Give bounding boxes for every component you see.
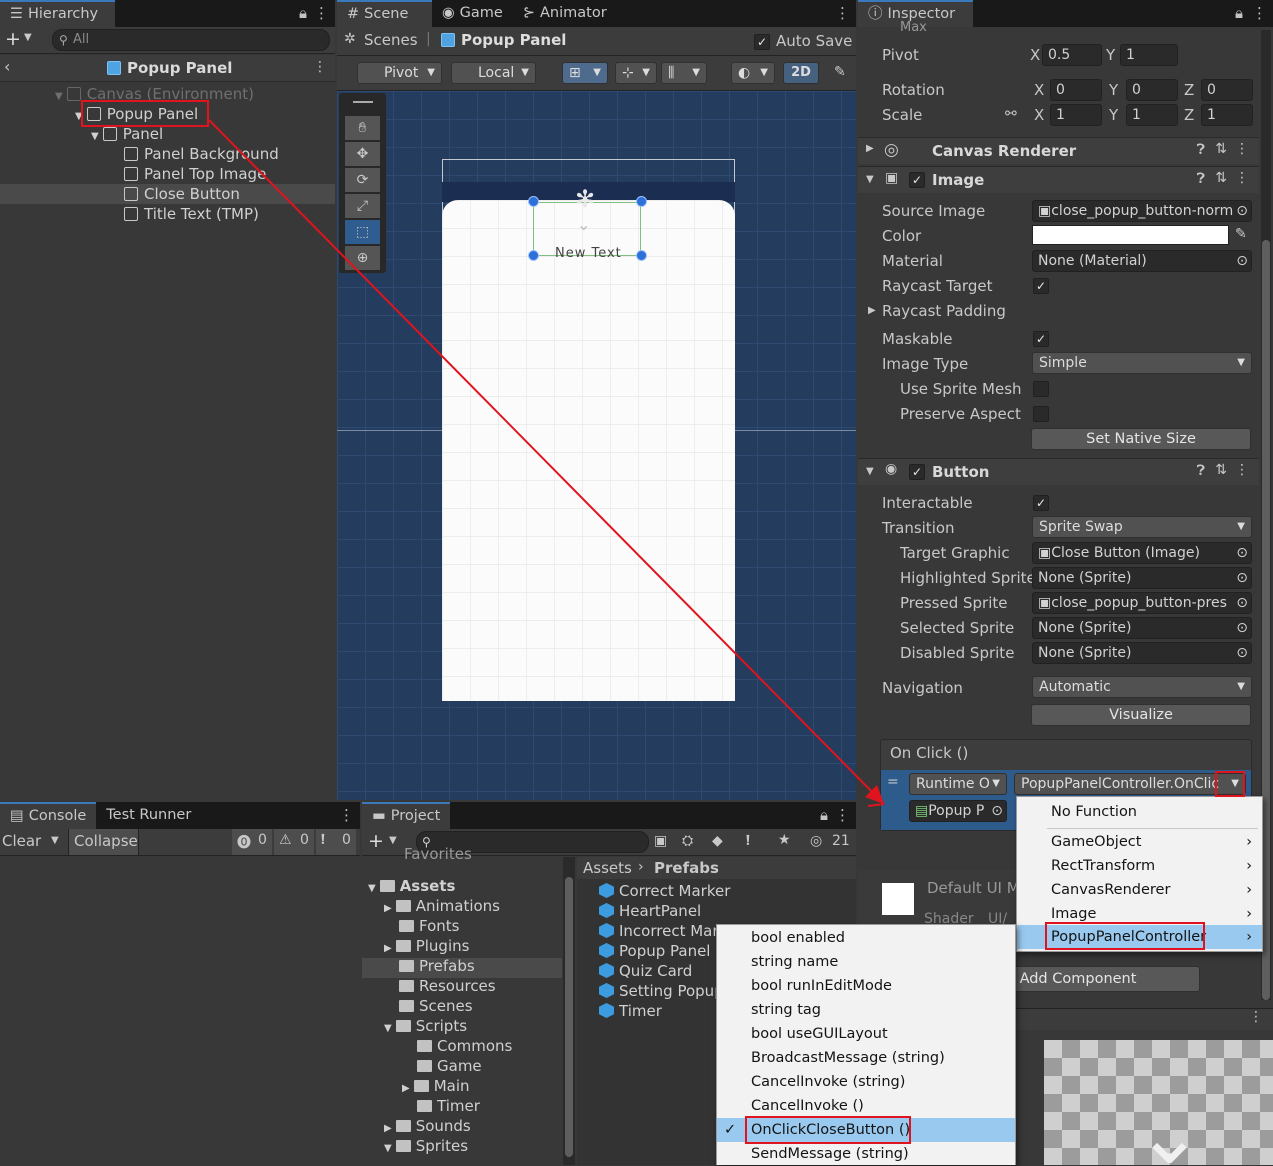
- annotation-arrow: [208, 119, 885, 807]
